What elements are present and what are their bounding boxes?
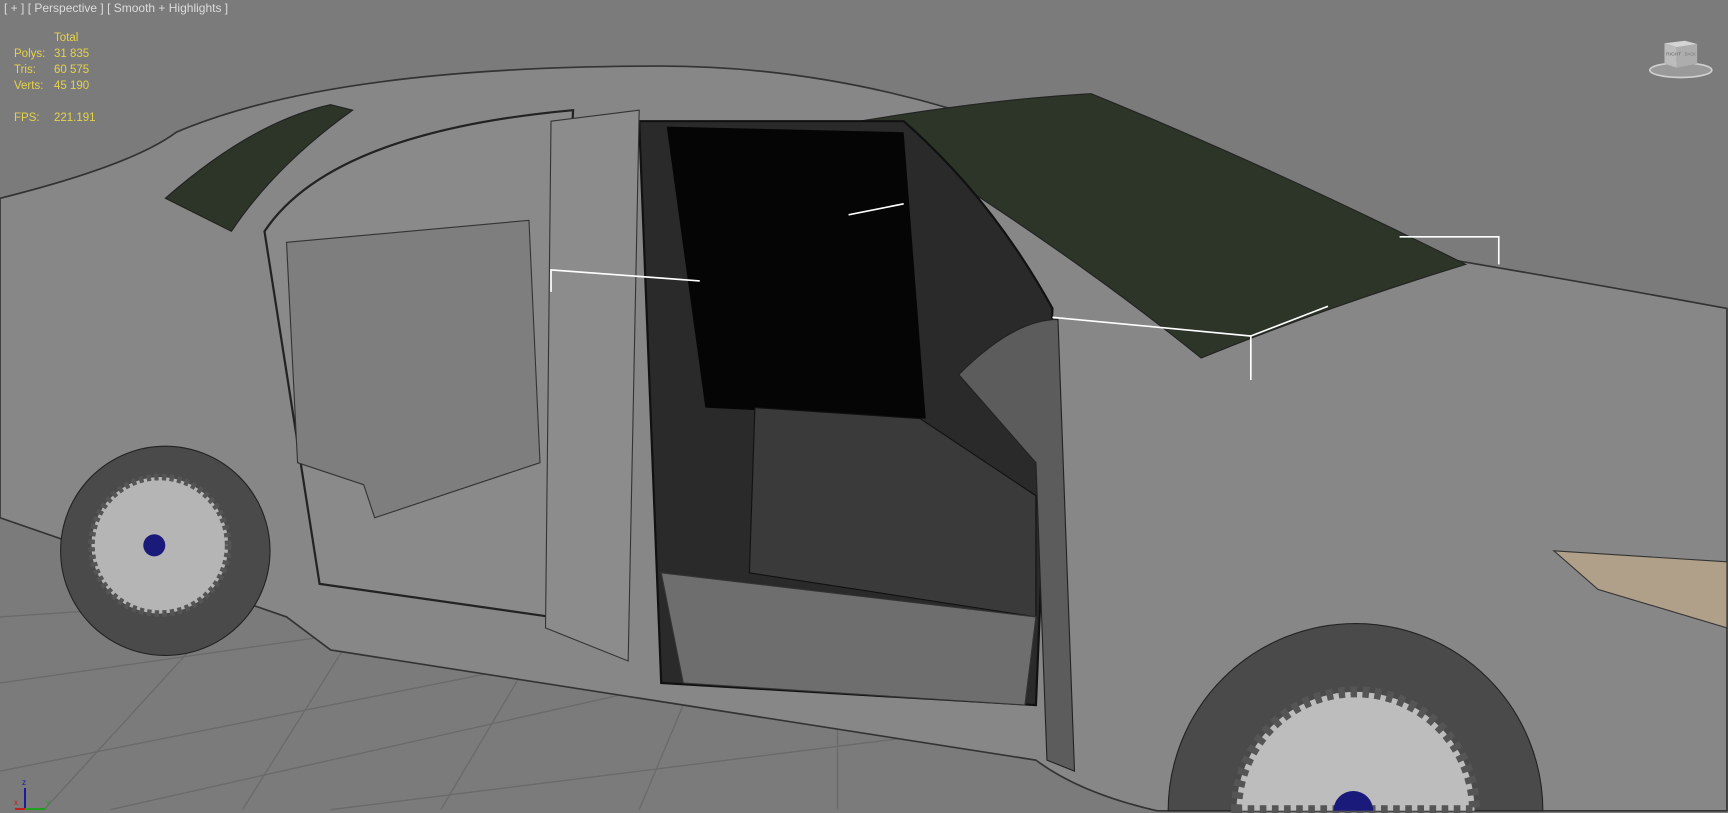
stats-header: Total — [54, 32, 79, 44]
axis-x-label: x — [14, 798, 18, 807]
stats-label: Polys: — [14, 48, 46, 60]
view-type-menu[interactable]: [ Perspective ] — [28, 1, 104, 15]
stats-value: 31 835 — [54, 48, 90, 60]
viewport-label: [ + ] [ Perspective ] [ Smooth + Highlig… — [4, 1, 228, 15]
b-pillar — [544, 109, 640, 662]
stats-label: Verts: — [14, 80, 44, 92]
stats-label: Tris: — [14, 64, 36, 76]
axis-tripod: z x y — [14, 778, 50, 810]
axis-z-label: z — [22, 778, 26, 787]
viewcube-face-right: RIGHT — [1666, 51, 1681, 57]
viewport-menu[interactable]: [ + ] — [4, 1, 24, 15]
rear-hub — [143, 534, 166, 557]
axis-y-label: y — [46, 798, 50, 807]
fps-label: FPS: — [14, 112, 40, 124]
car-model[interactable] — [0, 65, 1728, 813]
viewcube-face-back: BACK — [1685, 51, 1696, 56]
stats-row: Polys: 31 835 — [14, 46, 124, 62]
stats-value: 60 575 — [54, 64, 90, 76]
shading-mode-menu[interactable]: [ Smooth + Highlights ] — [107, 1, 228, 15]
fps-value: 221.191 — [54, 112, 96, 124]
interior-dark — [666, 126, 926, 419]
viewport-scene[interactable] — [0, 0, 1728, 813]
viewcube[interactable]: RIGHT BACK — [1640, 30, 1720, 85]
stats-row: Tris: 60 575 — [14, 62, 124, 78]
stats-value: 45 190 — [54, 80, 90, 92]
statistics-overlay: Total Polys: 31 835 Tris: 60 575 Verts: 45 … — [14, 30, 124, 126]
stats-row: Verts: 45 190 — [14, 78, 124, 94]
